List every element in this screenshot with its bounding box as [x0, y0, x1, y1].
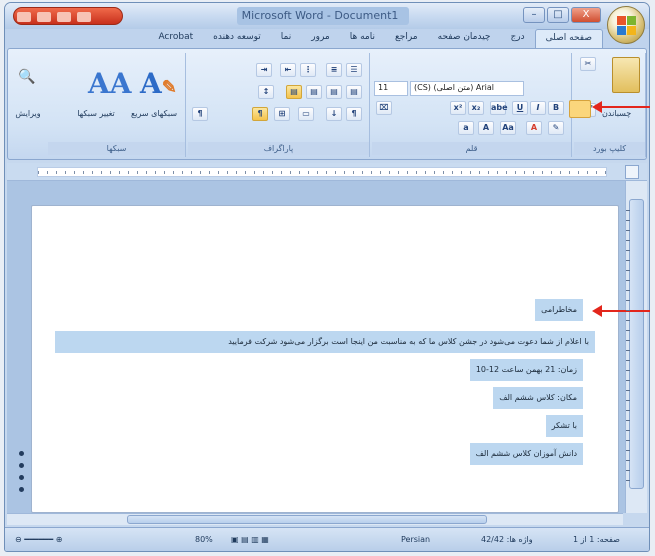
group-label-clipboard: کلیپ بورد — [574, 142, 645, 155]
horizontal-scrollbar[interactable] — [7, 513, 623, 525]
ruler-track — [37, 167, 607, 177]
tab-home[interactable]: صفحه اصلی — [534, 29, 603, 49]
maximize-button[interactable]: □ — [547, 7, 569, 23]
office-button[interactable] — [607, 6, 645, 44]
increase-indent-button[interactable]: ⇥ — [256, 63, 272, 77]
doc-line-3: زمان: 21 بهمن ساعت 12-10 — [469, 359, 583, 381]
group-label-font: قلم — [372, 142, 571, 155]
tab-view[interactable]: نما — [271, 29, 301, 49]
group-paragraph: ☰ ≡ ⋮ ⇤ ⇥ ▤ ▤ ▤ ▤ ↕ ¶ ↓ ▭ ⊞ ¶ ¶ پاراگراف — [188, 53, 370, 157]
margin-markers — [19, 451, 25, 499]
underline-button[interactable]: U — [512, 101, 528, 115]
title-bar: Microsoft Word - Document1 – □ X — [5, 3, 649, 29]
sort-button[interactable]: ↓ — [326, 107, 342, 121]
shrink-font-button[interactable]: a — [458, 121, 474, 135]
zoom-level[interactable]: 80% — [195, 535, 213, 544]
bold-button[interactable]: B — [548, 101, 564, 115]
align-left-button[interactable]: ▤ — [346, 85, 362, 99]
paste-icon[interactable] — [612, 57, 640, 93]
strikethrough-button[interactable]: abe — [490, 101, 508, 115]
change-styles-icon[interactable]: AA — [88, 67, 131, 100]
group-label-styles: سبکها — [48, 142, 185, 155]
justify-button[interactable]: ▤ — [286, 85, 302, 99]
change-styles-label: تغییر سبکها — [77, 109, 115, 118]
change-case-button[interactable]: Aa — [500, 121, 516, 135]
office-logo-icon — [617, 16, 637, 36]
group-font: (CS) (متن اصلی) Arial 11 B I U abe x₂ x²… — [372, 53, 572, 157]
tab-references[interactable]: مراجع — [385, 29, 428, 49]
quick-access-toolbar[interactable] — [13, 7, 123, 25]
binoculars-icon[interactable]: 🔍 — [18, 69, 35, 85]
ltr-button[interactable]: ¶ — [192, 107, 208, 121]
tab-acrobat[interactable]: Acrobat — [148, 29, 203, 49]
subscript-button[interactable]: x₂ — [468, 101, 484, 115]
paste-label: چسباندن — [602, 109, 632, 118]
language-indicator[interactable]: Persian — [401, 535, 430, 544]
paste-special-icon[interactable] — [569, 100, 591, 118]
show-marks-button[interactable]: ¶ — [252, 107, 268, 121]
borders-button[interactable]: ⊞ — [274, 107, 290, 121]
font-color-button[interactable]: A — [526, 121, 542, 135]
bullets-button[interactable]: ☰ — [346, 63, 362, 77]
horizontal-scroll-thumb[interactable] — [127, 515, 487, 524]
tab-developer[interactable]: توسعه دهنده — [203, 29, 271, 49]
tab-mailings[interactable]: نامه ها — [340, 29, 385, 49]
vertical-ruler — [626, 210, 634, 490]
superscript-button[interactable]: x² — [450, 101, 466, 115]
align-center-button[interactable]: ▤ — [326, 85, 342, 99]
view-buttons[interactable]: ▣ ▤ ▥ ▦ — [231, 535, 269, 544]
window-controls: – □ X — [523, 7, 601, 23]
group-styles: A✎ AA سبکهای سریع تغییر سبکها سبکها — [48, 53, 186, 157]
arrow-doc-text-icon — [592, 305, 650, 317]
word-window: Microsoft Word - Document1 – □ X صفحه اص… — [4, 2, 650, 552]
quick-styles-icon[interactable]: A✎ — [140, 67, 177, 100]
clear-format-button[interactable]: ⌧ — [376, 101, 392, 115]
status-bar: ⊖ ━━━━━━ ⊕ 80% ▣ ▤ ▥ ▦ Persian واژه ها: … — [5, 527, 649, 551]
tab-insert[interactable]: درج — [501, 29, 535, 49]
doc-line-1: مخاطرامی — [535, 299, 583, 321]
grow-font-button[interactable]: A — [478, 121, 494, 135]
group-label-paragraph: پاراگراف — [188, 142, 369, 155]
cut-icon[interactable]: ✂ — [580, 57, 596, 71]
page-indicator[interactable]: صفحه: 1 از 1 — [573, 535, 620, 544]
font-size-combo[interactable]: 11 — [374, 81, 408, 96]
numbering-button[interactable]: ≡ — [326, 63, 342, 77]
ribbon: چسباندن ✂ 🖌 کلیپ بورد (CS) (متن اصلی) Ar… — [7, 48, 647, 160]
doc-line-4: مکان: کلاس ششم الف — [493, 387, 583, 409]
ribbon-tabs: صفحه اصلی درج چیدمان صفحه مراجع نامه ها … — [5, 29, 649, 49]
tab-page-layout[interactable]: چیدمان صفحه — [428, 29, 501, 49]
minimize-button[interactable]: – — [523, 7, 545, 23]
shading-button[interactable]: ▭ — [298, 107, 314, 121]
line-spacing-button[interactable]: ↕ — [258, 85, 274, 99]
word-count[interactable]: واژه ها: 42/42 — [481, 535, 533, 544]
doc-line-5: با تشکر — [545, 415, 583, 437]
tab-review[interactable]: مرور — [301, 29, 339, 49]
decrease-indent-button[interactable]: ⇤ — [280, 63, 296, 77]
quick-styles-label: سبکهای سریع — [130, 109, 178, 118]
zoom-slider[interactable]: ⊖ ━━━━━━ ⊕ — [15, 535, 62, 544]
arrow-paste-icon — [592, 101, 650, 113]
group-editing: 🔍 ویرایش — [10, 53, 46, 157]
rtl-button[interactable]: ¶ — [346, 107, 362, 121]
window-title: Microsoft Word - Document1 — [241, 9, 399, 22]
view-ruler-button[interactable] — [625, 165, 639, 179]
editing-label: ویرایش — [15, 109, 41, 118]
highlight-icon[interactable]: ✎ — [548, 121, 564, 135]
align-right-button[interactable]: ▤ — [306, 85, 322, 99]
italic-button[interactable]: I — [530, 101, 546, 115]
doc-line-2: با اعلام از شما دعوت می‌شود در جشن کلاس … — [55, 331, 595, 353]
horizontal-ruler[interactable] — [7, 163, 647, 181]
multilevel-list-button[interactable]: ⋮ — [300, 63, 316, 77]
close-button[interactable]: X — [571, 7, 601, 23]
doc-line-6: دانش آموزان کلاس ششم الف — [469, 443, 583, 465]
font-name-combo[interactable]: (CS) (متن اصلی) Arial — [410, 81, 524, 96]
